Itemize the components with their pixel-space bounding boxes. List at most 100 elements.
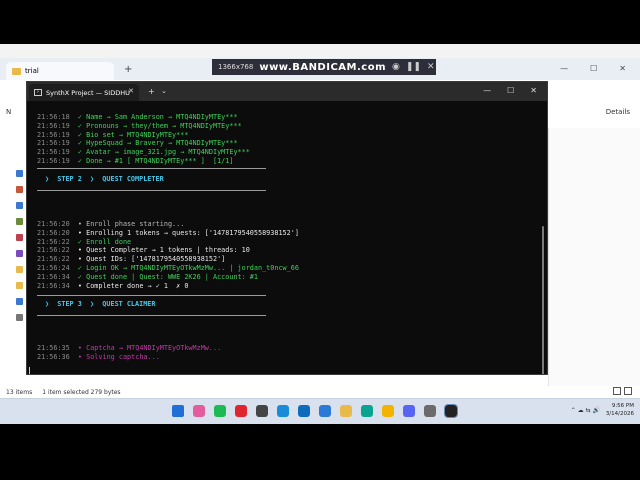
bullet-icon: • [69, 281, 87, 290]
bullet-icon: • [69, 220, 87, 228]
network-icon[interactable] [16, 314, 23, 321]
check-icon: ✓ [69, 130, 87, 139]
log-timestamp: 21:56:19 [37, 139, 70, 148]
details-button[interactable]: Details [606, 108, 630, 116]
minimize-button[interactable]: — [483, 86, 491, 95]
minimize-button[interactable]: — [560, 64, 568, 73]
log-message: HypeSquad → Bravery → MTQ4NDIyMTEy*** [86, 139, 238, 148]
status-selection: 1 item selected 279 bytes [42, 388, 121, 396]
explorer-tab-title: trial [25, 67, 39, 75]
opera-icon[interactable] [235, 405, 247, 417]
log-message: Quest done | Quest: WWE 2K26 | Account: … [86, 272, 258, 281]
log-timestamp: 21:56:35 [37, 344, 70, 352]
bandicam-logo: www.BANDICAM.com [259, 61, 386, 73]
details-view-icon[interactable] [613, 387, 621, 395]
log-line: 21:56:18 ✓ Name → Sam Anderson → MTQ4NDI… [37, 113, 238, 122]
terminal-title-bar: › SynthX Project — SIDDHU ✕ + ⌄ — ☐ ✕ [27, 82, 547, 101]
log-message: Pronouns → they/them → MTQ4NDIyMTEy*** [86, 121, 242, 130]
camera-icon[interactable]: ◉ [392, 62, 400, 72]
log-line: 21:56:20 • Enroll phase starting... [37, 220, 184, 229]
pictures-icon[interactable] [16, 186, 23, 193]
folder-icon [12, 67, 21, 75]
pc-icon[interactable] [16, 298, 23, 305]
edge-dev-icon[interactable] [361, 405, 373, 417]
log-timestamp: 21:56:19 [37, 130, 70, 139]
pause-icon[interactable]: ❚❚ [406, 62, 421, 72]
drive-icon[interactable] [16, 170, 23, 177]
step-2-header: ❯ STEP 2 ❯ QUEST COMPLETER [45, 175, 164, 183]
explorer-sidebar [0, 126, 26, 406]
bandicam-overlay: 1366x768 www.BANDICAM.com ◉ ❚❚ ✕ [212, 59, 436, 75]
log-line: 21:56:34 • Completer done → ✓ 1 ✗ 0 [37, 282, 188, 291]
terminal-tab[interactable]: › SynthX Project — SIDDHU ✕ [29, 84, 139, 101]
log-timestamp: 21:56:34 [37, 272, 70, 281]
outlook-icon[interactable] [298, 405, 310, 417]
log-message: Done → #1 [ MTQ4NDIyMTEy*** ] [1/1] [86, 157, 234, 165]
log-message: Quest IDs: ['1478179540558938152'] [86, 255, 226, 264]
terminal-output[interactable]: 21:56:18 ✓ Name → Sam Anderson → MTQ4NDI… [27, 101, 547, 374]
log-line: 21:56:19 ✓ HypeSquad → Bravery → MTQ4NDI… [37, 139, 238, 148]
maximize-button[interactable]: ☐ [590, 64, 597, 73]
new-tab-button[interactable]: + [148, 87, 155, 96]
log-line: 21:56:36 • Solving captcha... [37, 353, 160, 362]
log-timestamp: 21:56:20 [37, 220, 70, 228]
check-icon: ✓ [69, 264, 87, 272]
log-message: Enroll done [86, 237, 132, 246]
folder-icon[interactable] [16, 282, 23, 289]
explorer-status-bar: 13 items 1 item selected 279 bytes [0, 386, 640, 398]
taskbar-clock[interactable]: 9:56 PM 3/14/2026 [606, 402, 634, 418]
start-icon[interactable] [172, 405, 184, 417]
close-button[interactable]: ✕ [619, 64, 626, 73]
log-timestamp: 21:56:36 [37, 352, 70, 361]
terminal-window-controls: — ☐ ✕ [483, 86, 537, 95]
log-message: Quest Completer → 1 tokens | threads: 10 [86, 246, 250, 255]
discord-icon[interactable] [403, 405, 415, 417]
terminal-window: › SynthX Project — SIDDHU ✕ + ⌄ — ☐ ✕ 21… [26, 81, 548, 375]
log-message: Captcha → MTQ4NDIyMTEyOTkwMzMw... [86, 344, 222, 352]
bullet-icon: • [69, 255, 87, 264]
tiles-view-icon[interactable] [624, 387, 632, 395]
folder-icon[interactable] [16, 266, 23, 273]
terminal-scrollbar[interactable] [542, 226, 544, 374]
downloads-icon[interactable] [16, 218, 23, 225]
copilot-icon[interactable] [193, 405, 205, 417]
edge-icon[interactable] [277, 405, 289, 417]
log-message: Completer done → ✓ 1 ✗ 0 [86, 281, 189, 290]
taskbar: ⌃ ☁ ⇆ 🔊 9:56 PM 3/14/2026 [0, 398, 640, 424]
divider [37, 295, 266, 296]
tab-close-icon[interactable]: ✕ [128, 87, 134, 95]
settings-icon[interactable] [424, 405, 436, 417]
log-line: 21:56:19 ✓ Done → #1 [ MTQ4NDIyMTEy*** ]… [37, 157, 233, 166]
explorer-new-tab-button[interactable]: + [124, 64, 132, 75]
terminal-icon[interactable] [444, 404, 458, 418]
log-line: 21:56:22 ✓ Enroll done [37, 238, 131, 247]
music-icon[interactable] [16, 234, 23, 241]
new-button[interactable]: N [6, 108, 11, 116]
spotify-icon[interactable] [214, 405, 226, 417]
log-timestamp: 21:56:22 [37, 246, 70, 255]
close-button[interactable]: ✕ [530, 86, 537, 95]
desktop-icon[interactable] [16, 202, 23, 209]
explorer-tab[interactable]: trial [6, 62, 114, 80]
check-icon: ✓ [69, 157, 87, 165]
details-pane [548, 128, 640, 398]
log-line: 21:56:34 ✓ Quest done | Quest: WWE 2K26 … [37, 273, 258, 282]
log-timestamp: 21:56:19 [37, 148, 70, 157]
system-tray[interactable]: ⌃ ☁ ⇆ 🔊 [571, 407, 600, 414]
log-timestamp: 21:56:19 [37, 157, 70, 165]
bandicam-controls: ◉ ❚❚ ✕ [392, 62, 435, 72]
stop-icon[interactable]: ✕ [427, 62, 435, 72]
check-icon: ✓ [69, 237, 87, 246]
chrome-icon[interactable] [382, 405, 394, 417]
vscode-icon[interactable] [319, 405, 331, 417]
box-icon[interactable] [256, 405, 268, 417]
divider [37, 168, 266, 169]
videos-icon[interactable] [16, 250, 23, 257]
log-line: 21:56:22 • Quest Completer → 1 tokens | … [37, 246, 250, 255]
log-line: 21:56:19 ✓ Avatar → image_321.jpg → MTQ4… [37, 148, 250, 157]
files-icon[interactable] [340, 405, 352, 417]
chevron-down-icon[interactable]: ⌄ [161, 87, 167, 95]
log-timestamp: 21:56:19 [37, 121, 70, 130]
check-icon: ✓ [69, 121, 87, 130]
maximize-button[interactable]: ☐ [507, 86, 514, 95]
